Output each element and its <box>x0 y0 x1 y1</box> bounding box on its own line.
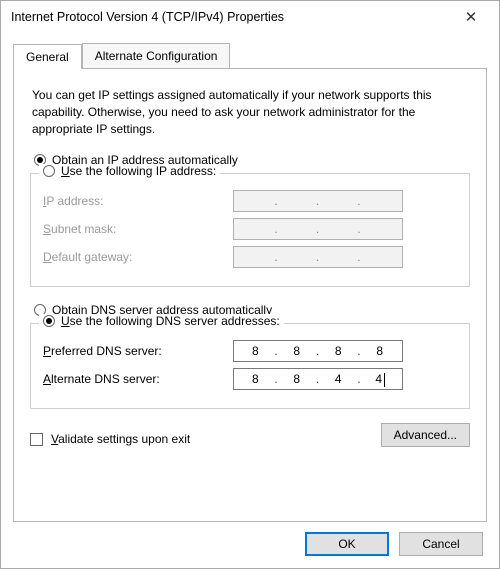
checkbox-validate-settings-label: Validate settings upon exit <box>51 432 190 446</box>
advanced-button-label: Advanced... <box>394 428 457 442</box>
row-preferred-dns: Preferred DNS server: 8. 8. 8. 8 <box>43 340 457 362</box>
octet: 8 <box>367 344 393 358</box>
label-alternate-dns: Alternate DNS server: <box>43 372 233 386</box>
text-caret-icon <box>384 373 385 387</box>
radio-icon <box>43 165 55 177</box>
intro-text: You can get IP settings assigned automat… <box>32 87 468 137</box>
input-alternate-dns[interactable]: 8. 8. 4. 4 <box>233 368 403 390</box>
octet: 8 <box>243 372 269 386</box>
label-ip-address: IP address: <box>43 194 233 208</box>
checkbox-icon <box>30 433 43 446</box>
group-dns-manual: Use the following DNS server addresses: … <box>30 323 470 409</box>
group-ip-manual: Use the following IP address: IP address… <box>30 173 470 287</box>
dialog-window: Internet Protocol Version 4 (TCP/IPv4) P… <box>0 0 500 569</box>
tab-alternate-configuration[interactable]: Alternate Configuration <box>82 43 231 68</box>
ok-button[interactable]: OK <box>305 532 389 556</box>
checkbox-validate-settings[interactable]: Validate settings upon exit <box>30 432 190 446</box>
tab-general[interactable]: General <box>13 44 82 69</box>
close-icon[interactable]: ✕ <box>451 8 491 26</box>
cancel-button[interactable]: Cancel <box>399 532 483 556</box>
row-ip-address: IP address: ... <box>43 190 457 212</box>
row-validate-advanced: Validate settings upon exit Advanced... <box>30 423 470 447</box>
dialog-buttons: OK Cancel <box>13 532 487 556</box>
row-alternate-dns: Alternate DNS server: 8. 8. 4. 4 <box>43 368 457 390</box>
octet: 8 <box>326 344 352 358</box>
row-default-gateway: Default gateway: ... <box>43 246 457 268</box>
octet: 8 <box>243 344 269 358</box>
tab-panel-general: You can get IP settings assigned automat… <box>13 68 487 522</box>
radio-icon <box>43 315 55 327</box>
tab-alternate-label: Alternate Configuration <box>95 49 218 63</box>
input-default-gateway: ... <box>233 246 403 268</box>
tab-general-label: General <box>26 50 69 64</box>
window-title: Internet Protocol Version 4 (TCP/IPv4) P… <box>11 10 451 24</box>
advanced-button[interactable]: Advanced... <box>381 423 470 447</box>
label-default-gateway: Default gateway: <box>43 250 233 264</box>
label-preferred-dns: Preferred DNS server: <box>43 344 233 358</box>
input-preferred-dns[interactable]: 8. 8. 8. 8 <box>233 340 403 362</box>
octet: 8 <box>284 372 310 386</box>
tab-strip: General Alternate Configuration <box>13 43 487 68</box>
radio-use-following-dns-label: Use the following DNS server addresses: <box>61 314 280 328</box>
radio-use-following-ip-label: Use the following IP address: <box>61 164 216 178</box>
client-area: General Alternate Configuration You can … <box>1 33 499 568</box>
radio-use-following-ip[interactable]: Use the following IP address: <box>39 164 220 178</box>
titlebar: Internet Protocol Version 4 (TCP/IPv4) P… <box>1 1 499 33</box>
input-ip-address: ... <box>233 190 403 212</box>
input-subnet-mask: ... <box>233 218 403 240</box>
octet: 8 <box>284 344 310 358</box>
octet: 4 <box>326 372 352 386</box>
cancel-button-label: Cancel <box>422 537 459 551</box>
label-subnet-mask: Subnet mask: <box>43 222 233 236</box>
octet: 4 <box>367 372 393 387</box>
ok-button-label: OK <box>338 537 355 551</box>
radio-use-following-dns[interactable]: Use the following DNS server addresses: <box>39 314 284 328</box>
row-subnet-mask: Subnet mask: ... <box>43 218 457 240</box>
